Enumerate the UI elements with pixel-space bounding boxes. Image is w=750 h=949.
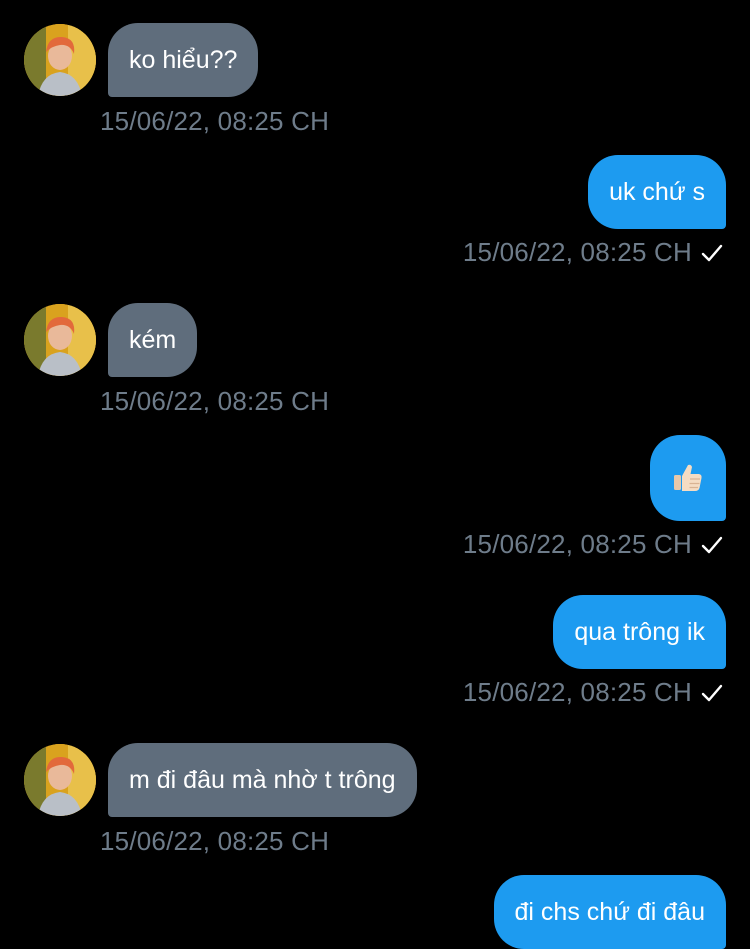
message-text: kém [129,325,177,354]
sender-avatar[interactable] [24,304,96,376]
sent-check-icon [700,681,724,705]
outgoing-message-bubble[interactable]: uk chứ s [588,155,726,229]
timestamp-text: 15/06/22, 08:25 CH [100,106,330,136]
conversation-thread: ko hiểu?? 15/06/22, 08:25 CH uk chứ s 15… [0,0,750,949]
message-text: đi chs chứ đi đâu [514,897,705,926]
message-timestamp: 15/06/22, 08:25 CH [463,677,724,708]
message-timestamp: 15/06/22, 08:25 CH [463,529,724,560]
message-timestamp: 15/06/22, 08:25 CH [463,237,724,268]
outgoing-message-bubble[interactable]: qua trông ik [553,595,726,669]
outgoing-message-bubble[interactable]: đi chs chứ đi đâu [493,875,726,949]
timestamp-text: 15/06/22, 08:25 CH [462,529,692,559]
message-text: ko hiểu?? [129,45,238,74]
message-timestamp: 15/06/22, 08:25 CH [100,106,329,137]
message-text: qua trông ik [574,617,705,646]
timestamp-text: 15/06/22, 08:25 CH [100,386,330,416]
timestamp-text: 15/06/22, 08:25 CH [462,677,692,707]
timestamp-text: 15/06/22, 08:25 CH [462,237,692,267]
sender-avatar[interactable] [24,24,96,96]
user-avatar-photo [24,24,96,96]
timestamp-text: 15/06/22, 08:25 CH [100,826,330,856]
incoming-message-bubble[interactable]: m đi đâu mà nhờ t trông [108,743,417,817]
message-timestamp: 15/06/22, 08:25 CH [100,386,329,417]
sent-check-icon [700,241,724,265]
user-avatar-photo [24,304,96,376]
incoming-message-bubble[interactable]: ko hiểu?? [108,23,259,97]
message-timestamp: 15/06/22, 08:25 CH [100,826,329,857]
outgoing-message-bubble[interactable] [650,435,726,521]
user-avatar-photo [24,744,96,816]
message-text: m đi đâu mà nhờ t trông [129,765,396,794]
thumbs-up-emoji-icon [671,461,705,495]
message-text: uk chứ s [609,177,705,206]
sender-avatar[interactable] [24,744,96,816]
sent-check-icon [700,533,724,557]
incoming-message-bubble[interactable]: kém [108,303,198,377]
